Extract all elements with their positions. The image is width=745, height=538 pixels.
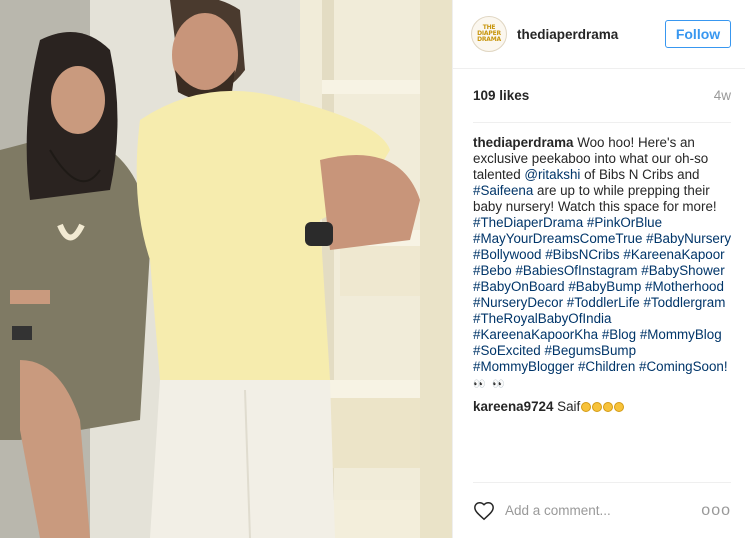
hashtag-link[interactable]: #BibsNCribs — [545, 247, 619, 262]
likes-count[interactable]: 109 likes — [473, 88, 529, 103]
follow-button[interactable]: Follow — [665, 20, 731, 48]
post-meta: 109 likes 4w — [473, 69, 731, 123]
hashtag-link[interactable]: #MommyBlog — [640, 327, 722, 342]
grin-emoji-icon — [603, 402, 614, 412]
hashtag-link[interactable]: #Toddlergram — [643, 295, 725, 310]
avatar[interactable]: THE DIAPER DRAMA — [471, 16, 507, 52]
hashtag-link[interactable]: #Saifeena — [473, 183, 533, 198]
hashtag-link[interactable]: #KareenaKapoorKha — [473, 327, 598, 342]
eyes-emoji-icon: 👀 👀 — [473, 379, 507, 390]
hashtag-link[interactable]: #Children — [578, 359, 635, 374]
mention-link[interactable]: @ritakshi — [524, 167, 580, 182]
hashtag-link[interactable]: #PinkOrBlue — [587, 215, 662, 230]
grin-emoji-icon — [581, 402, 592, 412]
post-photo[interactable] — [0, 0, 452, 538]
comment-item: kareena9724 Saif — [473, 399, 731, 415]
hashtag-link[interactable]: #KareenaKapoor — [623, 247, 724, 262]
post-time[interactable]: 4w — [714, 88, 731, 103]
hashtag-link[interactable]: #ToddlerLife — [567, 295, 640, 310]
hashtag-link[interactable]: #SoExcited — [473, 343, 541, 358]
hashtag-link[interactable]: #ComingSoon! — [639, 359, 728, 374]
avatar-logo-line2: DRAMA — [477, 36, 501, 43]
comments-list: thediaperdrama Woo hoo! Here's an exclus… — [453, 123, 745, 415]
more-options-icon[interactable]: ooo — [701, 502, 731, 520]
hashtag-list: #TheDiaperDrama #PinkOrBlue #MayYourDrea… — [473, 215, 731, 374]
post-header: THE DIAPER DRAMA thediaperdrama Follow — [453, 0, 745, 69]
hashtag-link[interactable]: #Motherhood — [645, 279, 724, 294]
add-comment-bar: ooo — [473, 482, 731, 538]
post-image — [0, 0, 452, 538]
hashtag-link[interactable]: #Bollywood — [473, 247, 541, 262]
hashtag-link[interactable]: #NurseryDecor — [473, 295, 563, 310]
hashtag-link[interactable]: #BabyNursery — [646, 231, 731, 246]
caption-username[interactable]: thediaperdrama — [473, 135, 573, 150]
username[interactable]: thediaperdrama — [517, 27, 665, 42]
hashtag-link[interactable]: #MayYourDreamsComeTrue — [473, 231, 642, 246]
heart-icon[interactable] — [473, 500, 495, 522]
hashtag-link[interactable]: #BegumsBump — [544, 343, 636, 358]
hashtag-link[interactable]: #BabiesOfInstagram — [515, 263, 637, 278]
avatar-logo-text: THE DIAPER DRAMA — [472, 25, 506, 43]
hashtag-link[interactable]: #TheDiaperDrama — [473, 215, 583, 230]
grin-emoji-icon — [614, 402, 625, 412]
hashtag-link[interactable]: #BabyOnBoard — [473, 279, 565, 294]
caption: thediaperdrama Woo hoo! Here's an exclus… — [473, 135, 731, 393]
hashtag-link[interactable]: #MommyBlogger — [473, 359, 574, 374]
hashtag-link[interactable]: #Bebo — [473, 263, 512, 278]
hashtag-link[interactable]: #BabyBump — [568, 279, 641, 294]
grin-emoji-group — [580, 399, 625, 414]
grin-emoji-icon — [592, 402, 603, 412]
comment-username[interactable]: kareena9724 — [473, 399, 553, 414]
caption-text: of Bibs N Cribs and — [580, 167, 700, 182]
comment-input[interactable] — [505, 503, 702, 518]
post-details-panel: THE DIAPER DRAMA thediaperdrama Follow 1… — [452, 0, 745, 538]
comment-text: Saif — [553, 399, 581, 414]
hashtag-link[interactable]: #TheRoyalBabyOfIndia — [473, 311, 611, 326]
hashtag-link[interactable]: #Blog — [602, 327, 636, 342]
hashtag-link[interactable]: #BabyShower — [641, 263, 724, 278]
